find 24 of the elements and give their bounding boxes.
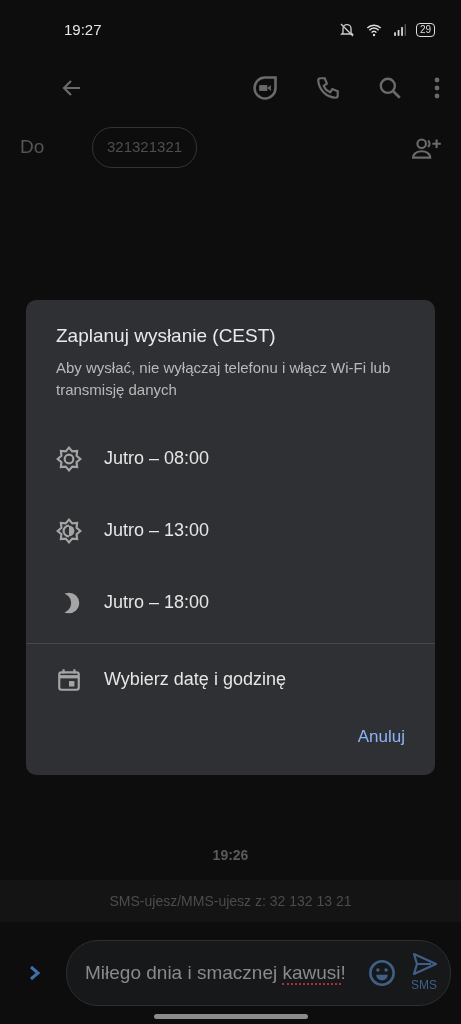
dialog-subtitle: Aby wysłać, nie wyłączaj telefonu i włącz Wi-Fi lub transmisję danych	[55, 357, 392, 400]
more-options-icon[interactable]	[433, 75, 441, 100]
pick-date-option[interactable]: Wybierz datę i godzinę	[26, 643, 435, 716]
phone-icon[interactable]	[315, 74, 341, 101]
dialog-title: Zaplanuj wysłanie (CEST)	[55, 324, 277, 348]
half-sun-icon	[56, 517, 82, 544]
to-label: Do	[20, 135, 46, 160]
expand-chevron-icon[interactable]	[28, 964, 42, 982]
message-input-field[interactable]: Miłego dnia i smacznej kawusi! SMS	[66, 940, 451, 1006]
schedule-option[interactable]: Jutro – 18:00	[26, 566, 435, 639]
cancel-button[interactable]: Anuluj	[357, 715, 405, 757]
muted-bell-icon	[337, 22, 356, 38]
schedule-option[interactable]: Jutro – 08:00	[26, 422, 435, 495]
sender-info-text: SMS-ujesz/MMS-ujesz z: 32 132 13 21	[109, 891, 352, 911]
battery-icon: 29	[415, 23, 435, 37]
calendar-icon	[56, 666, 82, 693]
video-call-icon[interactable]	[251, 73, 279, 102]
emoji-icon[interactable]	[368, 959, 396, 987]
send-icon	[410, 952, 438, 976]
message-timestamp: 19:26	[211, 846, 250, 865]
signal-icon	[391, 23, 408, 37]
schedule-option[interactable]: Jutro – 13:00	[26, 494, 435, 567]
clock-text: 19:27	[64, 19, 102, 40]
sun-icon	[56, 445, 82, 472]
